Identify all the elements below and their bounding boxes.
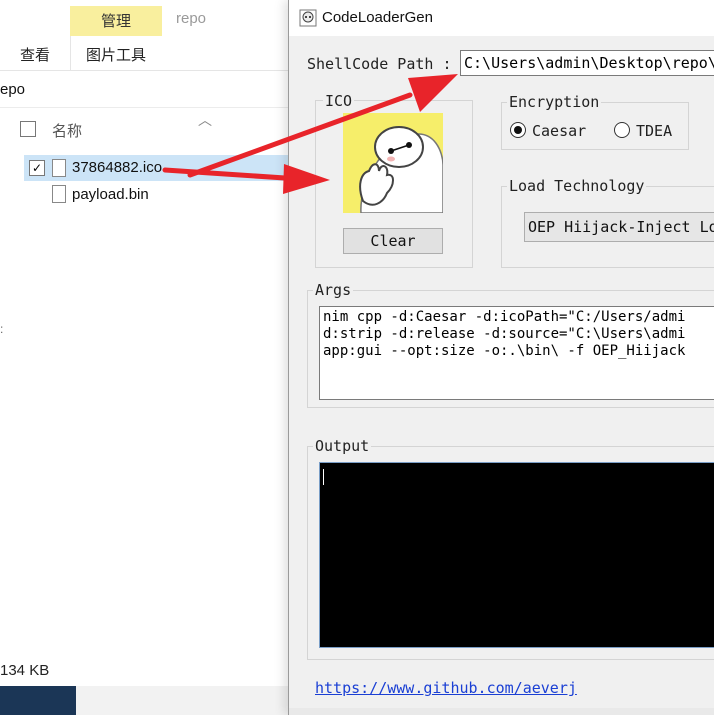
ico-preview-image[interactable] — [343, 113, 443, 213]
args-label: Args — [313, 281, 354, 299]
app-icon — [299, 9, 317, 27]
load-technology-label: Load Technology — [507, 177, 647, 195]
title-bar[interactable]: CodeLoaderGen — [289, 0, 714, 36]
file-explorer-window: 管理 repo 查看 图片工具 epo 名称 ︿ ✓ 37864882.ico … — [0, 0, 300, 715]
window-bottom-edge — [289, 708, 714, 715]
taskbar-app-tile[interactable] — [0, 686, 76, 715]
column-name-header[interactable]: 名称 — [52, 120, 82, 141]
args-line: app:gui --opt:size -o:.\bin\ -f OEP_Hiij… — [323, 343, 686, 359]
shellcode-path-input[interactable]: C:\Users\admin\Desktop\repo\ — [460, 50, 714, 76]
output-console[interactable] — [319, 462, 714, 648]
select-all-checkbox[interactable] — [20, 121, 36, 137]
github-link[interactable]: https://www.github.com/aeverj — [315, 679, 577, 697]
load-technology-select[interactable]: OEP Hiijack-Inject Lo — [524, 212, 714, 242]
codeloadergen-window: CodeLoaderGen ShellCode Path : C:\Users\… — [288, 0, 714, 715]
args-textarea[interactable]: nim cpp -d:Caesar -d:icoPath="C:/Users/a… — [319, 306, 714, 400]
tab-picture-tools[interactable]: 图片工具 — [86, 44, 146, 65]
address-text: epo — [0, 81, 26, 98]
nav-pane-marker: : — [0, 322, 4, 336]
args-line: nim cpp -d:Caesar -d:icoPath="C:/Users/a… — [323, 309, 686, 325]
explorer-window-title: repo — [176, 10, 207, 27]
caesar-radio[interactable] — [510, 122, 526, 138]
encryption-label: Encryption — [507, 93, 602, 111]
ribbon-header: 管理 repo — [0, 0, 300, 36]
file-icon — [52, 159, 66, 177]
caesar-radio-label[interactable]: Caesar — [532, 122, 586, 140]
row-checkbox[interactable]: ✓ — [29, 160, 45, 176]
tdea-radio[interactable] — [614, 122, 630, 138]
ribbon-tabs: 查看 图片工具 — [0, 36, 300, 71]
file-icon — [52, 185, 66, 203]
address-bar[interactable]: epo — [0, 71, 300, 108]
tdea-radio-label[interactable]: TDEA — [636, 122, 672, 140]
clear-button[interactable]: Clear — [343, 228, 443, 254]
ribbon-divider — [70, 36, 71, 70]
file-row-selected[interactable]: ✓ 37864882.ico — [24, 155, 292, 181]
output-label: Output — [313, 437, 372, 455]
sort-up-icon: ︿ — [198, 112, 212, 128]
window-title: CodeLoaderGen — [322, 9, 433, 26]
status-selected-size: 134 KB — [0, 662, 50, 679]
file-name: payload.bin — [72, 186, 149, 203]
file-row[interactable]: payload.bin — [24, 181, 292, 207]
file-name: 37864882.ico — [72, 159, 163, 176]
tab-manage[interactable]: 管理 — [70, 6, 162, 36]
shellcode-path-label: ShellCode Path : — [307, 55, 452, 73]
text-cursor — [323, 469, 324, 485]
tab-view[interactable]: 查看 — [20, 44, 50, 65]
ico-label: ICO — [323, 92, 355, 110]
args-line: d:strip -d:release -d:source="C:\Users\a… — [323, 326, 686, 342]
column-header: 名称 ︿ — [20, 112, 280, 142]
